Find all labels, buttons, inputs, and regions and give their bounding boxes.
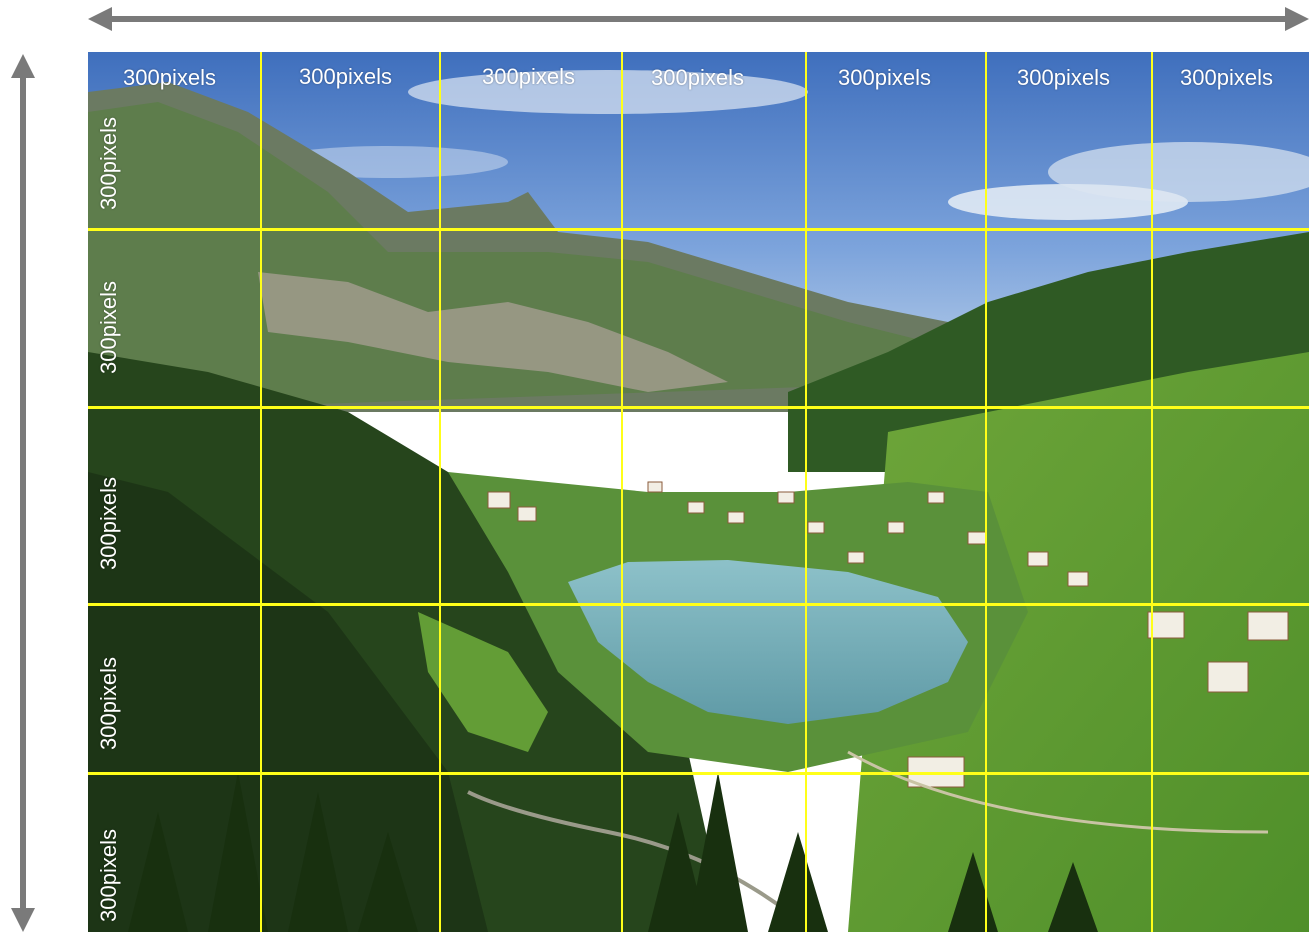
- grid-vertical-line: [260, 52, 262, 932]
- grid-horizontal-line: [88, 603, 1309, 606]
- grid-vertical-line: [805, 52, 807, 932]
- row-label: 300pixels: [96, 281, 121, 374]
- column-label: 300pixels: [123, 65, 216, 90]
- width-dimension-arrow: [88, 7, 1309, 31]
- column-label: 300pixels: [838, 65, 931, 90]
- grid-vertical-line: [1151, 52, 1153, 932]
- grid-horizontal-line: [88, 772, 1309, 775]
- grid-vertical-line: [985, 52, 987, 932]
- height-dimension-arrow: [11, 54, 35, 932]
- grid-vertical-line: [621, 52, 623, 932]
- column-label: 300pixels: [1017, 65, 1110, 90]
- column-label: 300pixels: [651, 65, 744, 90]
- valley-scene: [88, 52, 1309, 932]
- grid-vertical-line: [439, 52, 441, 932]
- grid-horizontal-line: [88, 228, 1309, 231]
- row-label: 300pixels: [96, 117, 121, 210]
- row-label: 300pixels: [96, 657, 121, 750]
- row-label: 300pixels: [96, 829, 121, 922]
- row-label: 300pixels: [96, 477, 121, 570]
- grid-horizontal-line: [88, 406, 1309, 409]
- column-label: 300pixels: [1180, 65, 1273, 90]
- column-label: 300pixels: [299, 64, 392, 89]
- column-label: 300pixels: [482, 64, 575, 89]
- landscape-photo: 300pixels 300pixels 300pixels 300pixels …: [88, 52, 1309, 932]
